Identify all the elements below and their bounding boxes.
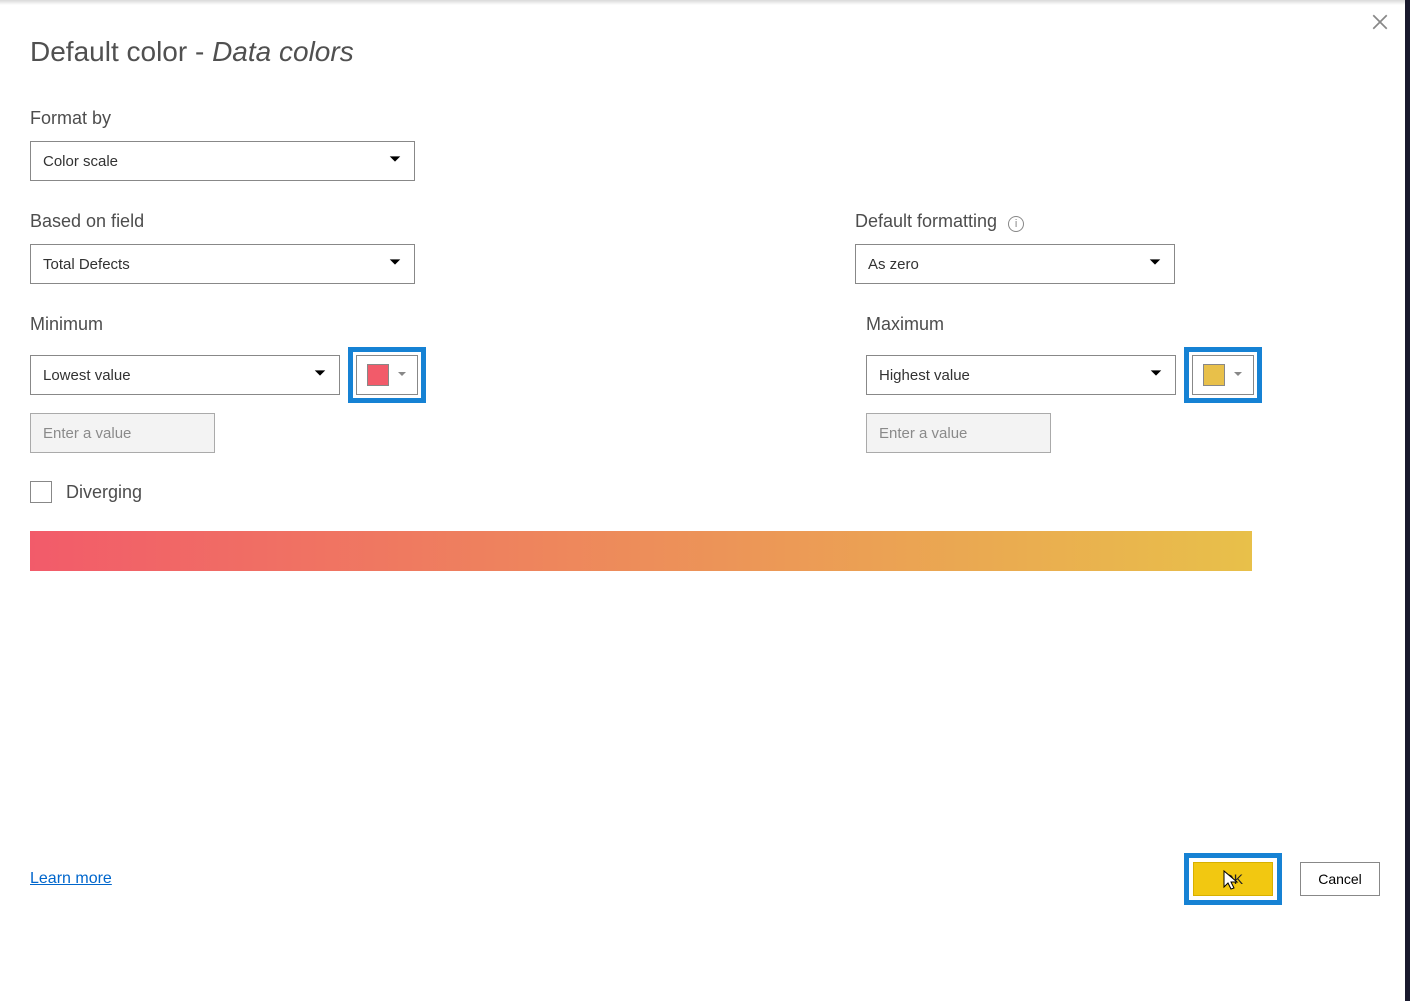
default-formatting-label: Default formatting i — [855, 211, 1175, 232]
chevron-down-icon — [1148, 255, 1162, 273]
cancel-button[interactable]: Cancel — [1300, 862, 1380, 896]
info-icon[interactable]: i — [1008, 216, 1024, 232]
button-label: OK — [1223, 871, 1243, 887]
ok-button[interactable]: OK — [1193, 862, 1273, 896]
select-value: Color scale — [43, 153, 118, 170]
chevron-down-icon — [388, 152, 402, 170]
minimum-color-picker[interactable] — [356, 355, 418, 395]
chevron-down-icon — [313, 366, 327, 384]
format-by-select[interactable]: Color scale — [30, 141, 415, 181]
select-value: Lowest value — [43, 367, 131, 384]
select-value: As zero — [868, 256, 919, 273]
conditional-formatting-dialog: Default color - Data colors Format by Co… — [0, 0, 1410, 1001]
based-on-select[interactable]: Total Defects — [30, 244, 415, 284]
gradient-preview — [30, 531, 1252, 571]
maximum-value-input[interactable]: Enter a value — [866, 413, 1051, 453]
close-button[interactable] — [1368, 12, 1392, 36]
maximum-select[interactable]: Highest value — [866, 355, 1176, 395]
default-formatting-select[interactable]: As zero — [855, 244, 1175, 284]
close-icon — [1371, 13, 1389, 36]
maximum-label: Maximum — [866, 314, 1262, 335]
ok-button-highlight: OK — [1184, 853, 1282, 905]
chevron-down-icon — [1233, 366, 1243, 384]
based-on-label: Based on field — [30, 211, 415, 232]
title-main: Default color — [30, 36, 187, 67]
dialog-title: Default color - Data colors — [30, 36, 1380, 68]
learn-more-link[interactable]: Learn more — [30, 870, 112, 888]
chevron-down-icon — [1149, 366, 1163, 384]
maximum-color-picker[interactable] — [1192, 355, 1254, 395]
minimum-color-swatch — [367, 364, 389, 386]
input-placeholder: Enter a value — [879, 425, 967, 442]
minimum-label: Minimum — [30, 314, 426, 335]
minimum-color-highlight — [348, 347, 426, 403]
minimum-value-input[interactable]: Enter a value — [30, 413, 215, 453]
button-label: Cancel — [1318, 871, 1362, 887]
input-placeholder: Enter a value — [43, 425, 131, 442]
select-value: Highest value — [879, 367, 970, 384]
diverging-row: Diverging — [30, 481, 1380, 503]
format-by-label: Format by — [30, 108, 1380, 129]
title-sub: Data colors — [212, 36, 354, 67]
chevron-down-icon — [388, 255, 402, 273]
chevron-down-icon — [397, 366, 407, 384]
maximum-color-swatch — [1203, 364, 1225, 386]
select-value: Total Defects — [43, 256, 130, 273]
minimum-select[interactable]: Lowest value — [30, 355, 340, 395]
diverging-label: Diverging — [66, 482, 142, 503]
diverging-checkbox[interactable] — [30, 481, 52, 503]
maximum-color-highlight — [1184, 347, 1262, 403]
